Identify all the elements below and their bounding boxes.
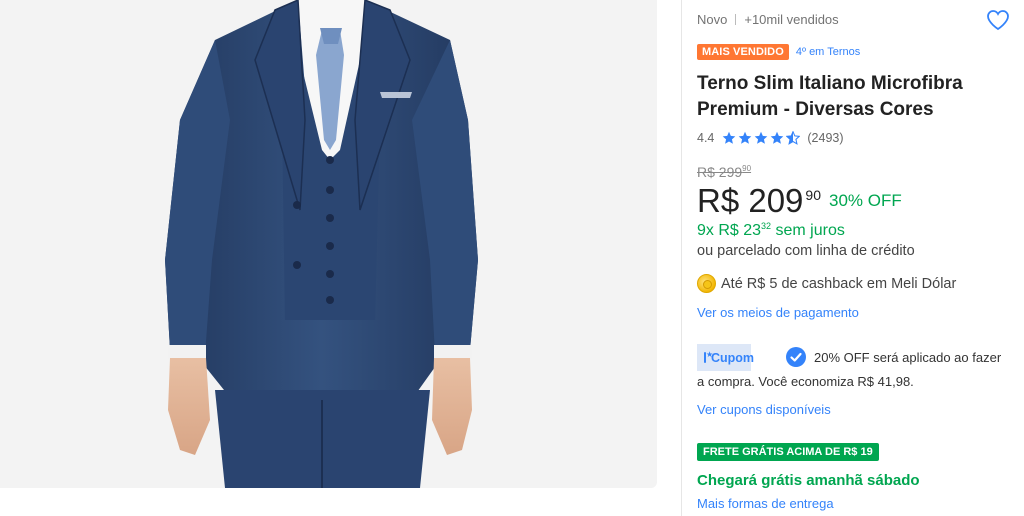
coupon-tag[interactable]: Cupom bbox=[697, 344, 755, 371]
installments: 9x R$ 2332 sem juros bbox=[697, 221, 845, 240]
suit-photo bbox=[165, 0, 478, 488]
review-count: (2493) bbox=[807, 131, 844, 145]
product-title: Terno Slim Italiano Microfibra Premium -… bbox=[697, 73, 963, 120]
heart-outline-icon bbox=[987, 10, 1009, 31]
coupon-label: Cupom bbox=[711, 350, 755, 365]
rating-row[interactable]: 4.4 (2493) bbox=[697, 131, 844, 145]
available-coupons-link[interactable]: Ver cupons disponíveis bbox=[697, 402, 831, 417]
rating-stars bbox=[722, 131, 801, 145]
product-subtitle: Novo +10mil vendidos bbox=[697, 12, 839, 27]
more-shipping-options-link[interactable]: Mais formas de entrega bbox=[697, 496, 834, 511]
original-price: R$ 29990 bbox=[697, 164, 751, 180]
coupon-description-line1: 20% OFF será aplicado ao fazer bbox=[814, 350, 1002, 365]
meli-dolar-coin-icon bbox=[697, 274, 716, 293]
star-icon bbox=[771, 131, 784, 144]
star-icon bbox=[755, 131, 768, 144]
best-seller-badge: MAIS VENDIDO bbox=[697, 44, 789, 60]
coupon-description-line2: a compra. Você economiza R$ 41,98. bbox=[697, 374, 914, 389]
product-image[interactable] bbox=[0, 0, 657, 488]
price-row: R$ 209 90 30% OFF bbox=[697, 182, 902, 220]
star-half-icon bbox=[786, 131, 801, 145]
panel-divider bbox=[681, 0, 682, 516]
installment-cents: 32 bbox=[761, 221, 772, 231]
current-price-cents: 90 bbox=[805, 187, 821, 203]
star-icon bbox=[723, 131, 736, 144]
category-rank-link[interactable]: 4º em Ternos bbox=[796, 46, 860, 58]
product-info-panel: Novo +10mil vendidos MAIS VENDIDO 4º em T… bbox=[697, 0, 1024, 516]
rating-score: 4.4 bbox=[697, 131, 715, 145]
discount-label: 30% OFF bbox=[829, 191, 902, 210]
free-shipping-badge: FRETE GRÁTIS ACIMA DE R$ 19 bbox=[697, 443, 879, 461]
subtitle-separator bbox=[735, 14, 737, 25]
cashback-row: Até R$ 5 de cashback em Meli Dólar bbox=[697, 274, 956, 293]
check-circle-icon bbox=[786, 347, 806, 367]
arrival-text: Chegará grátis amanhã sábado bbox=[697, 472, 920, 489]
payment-methods-link[interactable]: Ver os meios de pagamento bbox=[697, 305, 859, 320]
original-price-value: R$ 299 bbox=[697, 164, 743, 180]
current-price: R$ 209 bbox=[697, 182, 804, 219]
favorite-button[interactable] bbox=[986, 9, 1010, 31]
star-icon bbox=[739, 131, 752, 144]
installment-value: 9x R$ 23 bbox=[697, 222, 762, 239]
original-price-cents: 90 bbox=[742, 164, 752, 173]
sold-count: +10mil vendidos bbox=[744, 12, 839, 27]
badge-row: MAIS VENDIDO 4º em Ternos bbox=[697, 44, 860, 60]
installment-suffix: sem juros bbox=[771, 222, 845, 239]
condition-label: Novo bbox=[697, 12, 728, 27]
cashback-text: Até R$ 5 de cashback em Meli Dólar bbox=[721, 275, 957, 292]
credit-line-text: ou parcelado com linha de crédito bbox=[697, 243, 915, 259]
ticket-icon bbox=[704, 350, 713, 363]
